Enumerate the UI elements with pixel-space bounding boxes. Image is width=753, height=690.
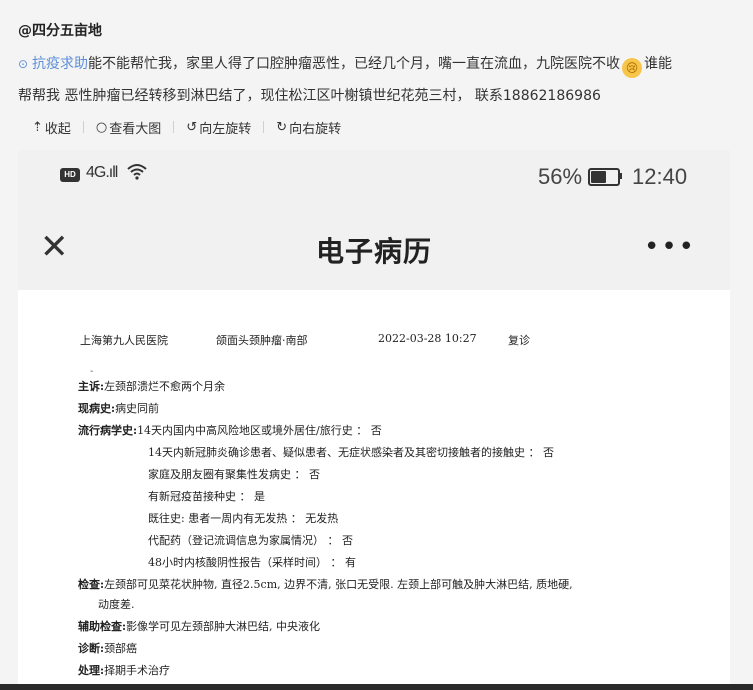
aux-exam-row: 辅助检查:影像学可见左颈部肿大淋巴结, 中央液化 bbox=[78, 618, 320, 634]
link-chain-icon: ⊙ bbox=[18, 57, 29, 71]
epi-line-5: 既往史: 患者一周内有无发热 ： 无发热 bbox=[148, 512, 339, 525]
chief-label: 主诉: bbox=[78, 380, 105, 393]
attached-screenshot[interactable]: HD 4G.ıll 56% 12:40 ✕ 电子病历 ••• 上海第九人民医院 … bbox=[18, 150, 730, 690]
post-username[interactable]: @四分五亩地 bbox=[18, 20, 102, 40]
separator-mark: - bbox=[90, 366, 94, 377]
rotate-left-icon: ↺ bbox=[186, 119, 198, 135]
toolbar-divider bbox=[263, 121, 265, 133]
treatment-row: 处理:择期手术治疗 bbox=[78, 662, 170, 678]
epi-line-6: 代配药（登记流调信息为家属情况） ： 否 bbox=[148, 534, 353, 547]
treatment-value: 择期手术治疗 bbox=[104, 664, 171, 677]
aux-value: 影像学可见左颈部肿大淋巴结, 中央液化 bbox=[126, 620, 321, 633]
collapse-button[interactable]: ⇡ 收起 bbox=[32, 118, 71, 137]
post-text-part1: 能不能帮忙我，家里人得了口腔肿瘤恶性，已经几个月，嘴一直在流血，九院医院不收 bbox=[88, 56, 620, 72]
collapse-label: 收起 bbox=[44, 121, 71, 137]
bottom-bar bbox=[0, 684, 753, 690]
rotate-right-label: 向右旋转 bbox=[289, 121, 342, 137]
page-title: 电子病历 bbox=[315, 235, 432, 268]
battery-cap bbox=[619, 173, 622, 179]
phone-status-bar: HD 4G.ıll 56% 12:40 bbox=[18, 150, 730, 208]
status-time: 12:40 bbox=[632, 164, 688, 189]
diagnosis-label: 诊断: bbox=[78, 642, 105, 655]
post-text-part2: 谁能 bbox=[644, 56, 672, 72]
rotate-right-icon: ↻ bbox=[276, 119, 288, 135]
epi-line-3: 家庭及朋友圈有聚集性发病史 ： 否 bbox=[148, 468, 320, 481]
epi-line-2: 14天内新冠肺炎确诊患者、疑似患者、无症状感染者及其密切接触者的接触史 ： 否 bbox=[148, 446, 554, 459]
more-options-icon[interactable]: ••• bbox=[644, 230, 696, 264]
chief-value: 左颈部溃烂不愈两个月余 bbox=[104, 380, 226, 393]
search-icon: ○ bbox=[95, 119, 108, 135]
rotate-left-label: 向左旋转 bbox=[199, 121, 252, 137]
app-header: ✕ 电子病历 ••• bbox=[18, 210, 730, 290]
toolbar-divider bbox=[82, 121, 84, 133]
chief-complaint-row: 主诉:左颈部溃烂不愈两个月余 bbox=[78, 378, 225, 394]
exam-label: 检查: bbox=[78, 578, 105, 591]
epi-label: 流行病学史: bbox=[78, 424, 138, 437]
battery-icon bbox=[588, 168, 620, 186]
history-row: 现病史:病史同前 bbox=[78, 400, 159, 416]
visit-type: 复诊 bbox=[508, 334, 530, 347]
toolbar-divider bbox=[173, 121, 175, 133]
post-text-line2: 帮帮我 恶性肿瘤已经转移到淋巴结了，现住松江区叶榭镇世纪花苑三村， 联系1886… bbox=[18, 88, 601, 104]
topic-label: 抗疫求助 bbox=[32, 56, 88, 72]
epi-value-1: 14天内国内中高风险地区或境外居住/旅行史 ： 否 bbox=[137, 424, 382, 437]
history-label: 现病史: bbox=[78, 402, 116, 415]
treatment-label: 处理: bbox=[78, 664, 105, 677]
exam-line-2: 动度差. bbox=[98, 598, 135, 611]
topic-link[interactable]: ⊙ 抗疫求助 bbox=[18, 56, 88, 72]
aux-label: 辅助检查: bbox=[78, 620, 127, 633]
rotate-left-button[interactable]: ↺ 向左旋转 bbox=[186, 118, 251, 137]
view-large-button[interactable]: ○ 查看大图 bbox=[96, 118, 161, 137]
battery-percent: 56% bbox=[538, 164, 583, 189]
epi-line-7: 48小时内核酸阴性报告（采样时间） ： 有 bbox=[148, 556, 356, 569]
epi-line-4: 有新冠疫苗接种史 ： 是 bbox=[148, 490, 265, 503]
record-datetime: 2022-03-28 10:27 bbox=[378, 332, 477, 345]
signal-icon: 4G.ıll bbox=[86, 164, 118, 181]
crying-face-emoji: 😢 bbox=[622, 58, 642, 78]
battery-fill bbox=[591, 171, 606, 183]
diagnosis-value: 颈部癌 bbox=[104, 642, 138, 655]
image-toolbar: ⇡ 收起 ○ 查看大图 ↺ 向左旋转 ↻ 向右旋转 bbox=[32, 116, 341, 138]
hd-badge: HD bbox=[60, 168, 80, 182]
exam-row: 检查:左颈部可见菜花状肿物, 直径2.5cm, 边界不清, 张口无受限. 左颈上… bbox=[78, 576, 573, 592]
post-text: ⊙ 抗疫求助能不能帮忙我，家里人得了口腔肿瘤恶性，已经几个月，嘴一直在流血，九院医… bbox=[18, 48, 738, 112]
medical-record-document: 上海第九人民医院 颌面头颈肿瘤·南部 2022-03-28 10:27 复诊 -… bbox=[18, 290, 730, 690]
department: 颌面头颈肿瘤·南部 bbox=[216, 334, 308, 347]
diagnosis-row: 诊断:颈部癌 bbox=[78, 640, 137, 656]
rotate-right-button[interactable]: ↻ 向右旋转 bbox=[276, 118, 341, 137]
epi-row: 流行病学史:14天内国内中高风险地区或境外居住/旅行史 ： 否 bbox=[78, 422, 382, 438]
hospital-name: 上海第九人民医院 bbox=[80, 334, 168, 347]
history-value: 病史同前 bbox=[115, 402, 160, 415]
view-large-label: 查看大图 bbox=[109, 121, 162, 137]
wifi-icon bbox=[126, 162, 148, 185]
collapse-up-icon: ⇡ bbox=[32, 119, 43, 135]
exam-value: 左颈部可见菜花状肿物, 直径2.5cm, 边界不清, 张口无受限. 左颈上部可触… bbox=[104, 578, 573, 591]
